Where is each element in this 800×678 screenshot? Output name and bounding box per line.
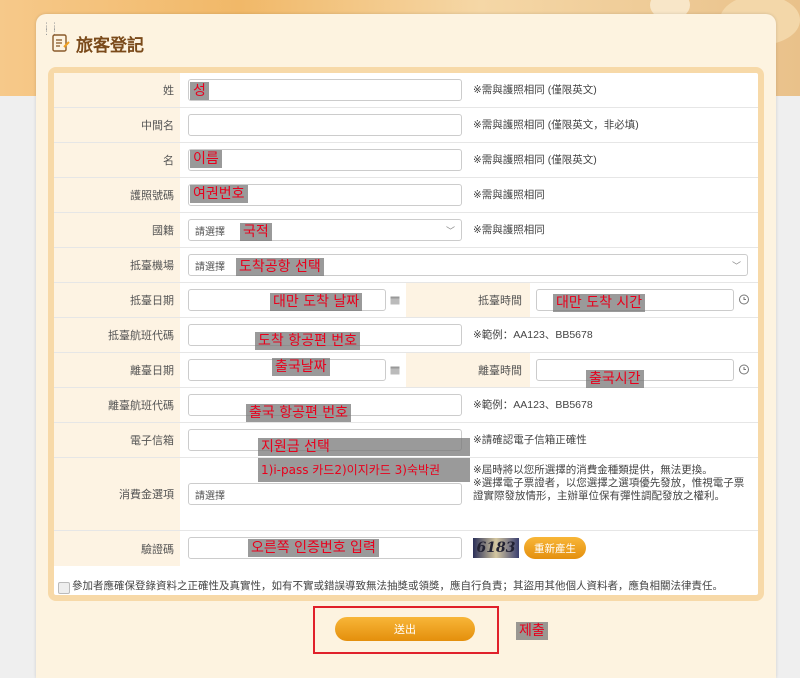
annotation-departure-flight: 출국 항공편 번호 [246,404,352,422]
row-middle-name: 中間名 ※需與護照相同 (僅限英文，非必填) [54,108,758,143]
captcha-label: 驗證碼 [54,531,180,566]
departure-flight-label: 離臺航班代碼 [54,388,180,422]
row-first-name: 名 ※需與護照相同 (僅限英文) [54,143,758,178]
middle-name-note: ※需與護照相同 (僅限英文，非必填) [473,119,639,131]
annotation-captcha: 오른쪽 인증번호 입력 [248,539,379,557]
registration-form: 姓 ※需與護照相同 (僅限英文) 中間名 ※需與護照相同 (僅限英文，非必填) … [48,67,764,601]
passport-note: ※需與護照相同 [473,189,545,201]
annotation-nationality: 국적 [240,223,272,241]
nationality-placeholder: 請選擇 [195,226,225,238]
annotation-submit: 제출 [516,622,548,640]
voucher-placeholder: 請選擇 [195,490,225,502]
annotation-departure-time: 출국시간 [586,370,644,388]
document-edit-icon [52,34,70,52]
annotation-first-name: 이름 [190,150,222,168]
voucher-select[interactable]: 請選擇 [188,483,462,505]
last-name-note: ※需與護照相同 (僅限英文) [473,84,597,96]
registration-panel: ⋮⋮ ⋮⋮ 旅客登記 姓 ※需與護照相同 (僅限英文) 中間名 ※需與護照相同 (… [36,14,776,678]
nationality-label: 國籍 [54,213,180,247]
annotation-departure-date: 출국날짜 [272,358,330,376]
departure-time-label: 離臺時間 [406,353,530,387]
first-name-note: ※需與護照相同 (僅限英文) [473,154,597,166]
voucher-note-line2: ※選擇電子票證者，以您選擇之選項優先發放，惟視電子票證實際發放情形，主辦單位保有… [473,477,745,502]
submit-button[interactable]: 送出 [335,617,475,641]
row-nationality: 國籍 請選擇 ﹀ ※需與護照相同 [54,213,758,248]
arrival-time-label: 抵臺時間 [406,283,530,317]
middle-name-label: 中間名 [54,108,180,142]
arrival-flight-label: 抵臺航班代碼 [54,318,180,352]
row-arrival-datetime: 抵臺日期 抵臺時間 [54,283,758,318]
annotation-voucher-options: 1)i-pass 카드2)이지카드 3)숙박권 [258,458,470,482]
row-last-name: 姓 ※需與護照相同 (僅限英文) [54,73,758,108]
arrival-airport-label: 抵臺機場 [54,248,180,282]
calendar-icon[interactable] [390,365,400,375]
clock-icon[interactable] [738,293,750,305]
voucher-label: 消費金選項 [54,458,180,530]
passport-label: 護照號碼 [54,178,180,212]
agreement-text: 參加者應確保登錄資料之正確性及真實性，如有不實或錯誤導致無法抽獎或領獎，應自行負… [72,580,723,592]
row-captcha: 驗證碼 6183 重新產生 [54,531,758,566]
calendar-icon[interactable] [390,295,400,305]
row-arrival-airport: 抵臺機場 請選擇 ﹀ [54,248,758,283]
annotation-arrival-airport: 도착공항 선택 [236,258,324,276]
row-arrival-flight: 抵臺航班代碼 ※範例：AA123、BB5678 [54,318,758,353]
row-passport: 護照號碼 ※需與護照相同 [54,178,758,213]
email-label: 電子信箱 [54,423,180,457]
middle-name-input[interactable] [188,114,462,136]
chevron-down-icon: ﹀ [731,261,741,271]
annotation-arrival-date: 대만 도착 날짜 [270,293,363,311]
annotation-arrival-flight: 도착 항공편 번호 [255,332,361,350]
departure-flight-note: ※範例：AA123、BB5678 [473,399,593,411]
annotation-arrival-time: 대만 도착 시간 [553,294,646,312]
voucher-note: ※屆時將以您所選擇的消費金種類提供，無法更換。 ※選擇電子票證者，以您選擇之選項… [473,464,749,503]
chevron-down-icon: ﹀ [445,226,455,236]
captcha-image: 6183 [473,538,519,558]
nationality-note: ※需與護照相同 [473,224,545,236]
row-departure-datetime: 離臺日期 離臺時間 [54,353,758,388]
voucher-note-line1: ※屆時將以您所選擇的消費金種類提供，無法更換。 [473,464,713,476]
regenerate-captcha-button[interactable]: 重新產生 [524,537,586,559]
last-name-input[interactable] [188,79,462,101]
first-name-label: 名 [54,143,180,177]
annotation-passport: 여권번호 [190,185,248,203]
row-departure-flight: 離臺航班代碼 ※範例：AA123、BB5678 [54,388,758,423]
first-name-input[interactable] [188,149,462,171]
arrival-date-label: 抵臺日期 [54,283,180,317]
arrival-flight-note: ※範例：AA123、BB5678 [473,329,593,341]
clock-icon[interactable] [738,363,750,375]
page-title: 旅客登記 [52,32,144,56]
nationality-select[interactable]: 請選擇 ﹀ [188,219,462,241]
last-name-label: 姓 [54,73,180,107]
departure-date-label: 離臺日期 [54,353,180,387]
annotation-last-name: 성 [190,82,209,100]
annotation-voucher-title: 지원금 선택 [258,438,470,456]
email-note: ※請確認電子信箱正確性 [473,434,587,446]
arrival-airport-placeholder: 請選擇 [195,261,225,273]
